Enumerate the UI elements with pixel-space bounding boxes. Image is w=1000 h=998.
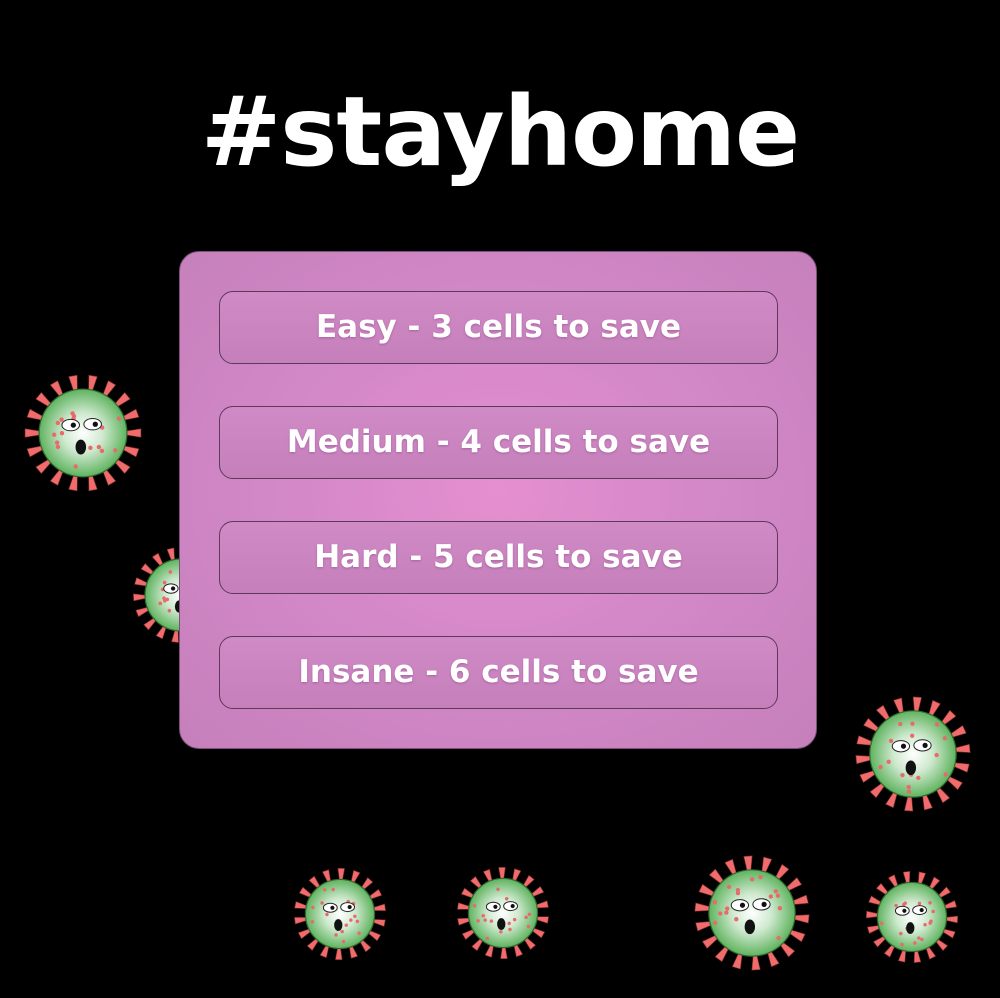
virus-icon bbox=[294, 867, 386, 961]
virus-icon bbox=[855, 696, 971, 812]
insane-button[interactable]: Insane - 6 cells to save bbox=[219, 636, 778, 709]
hard-button[interactable]: Hard - 5 cells to save bbox=[219, 521, 778, 594]
virus-icon bbox=[865, 870, 959, 964]
virus-icon bbox=[457, 867, 549, 959]
difficulty-menu: Easy - 3 cells to save Medium - 4 cells … bbox=[179, 251, 817, 749]
medium-button[interactable]: Medium - 4 cells to save bbox=[219, 406, 778, 479]
virus-icon bbox=[24, 374, 142, 492]
easy-button[interactable]: Easy - 3 cells to save bbox=[219, 291, 778, 364]
game-title: #stayhome bbox=[200, 76, 800, 188]
virus-icon bbox=[694, 855, 810, 971]
